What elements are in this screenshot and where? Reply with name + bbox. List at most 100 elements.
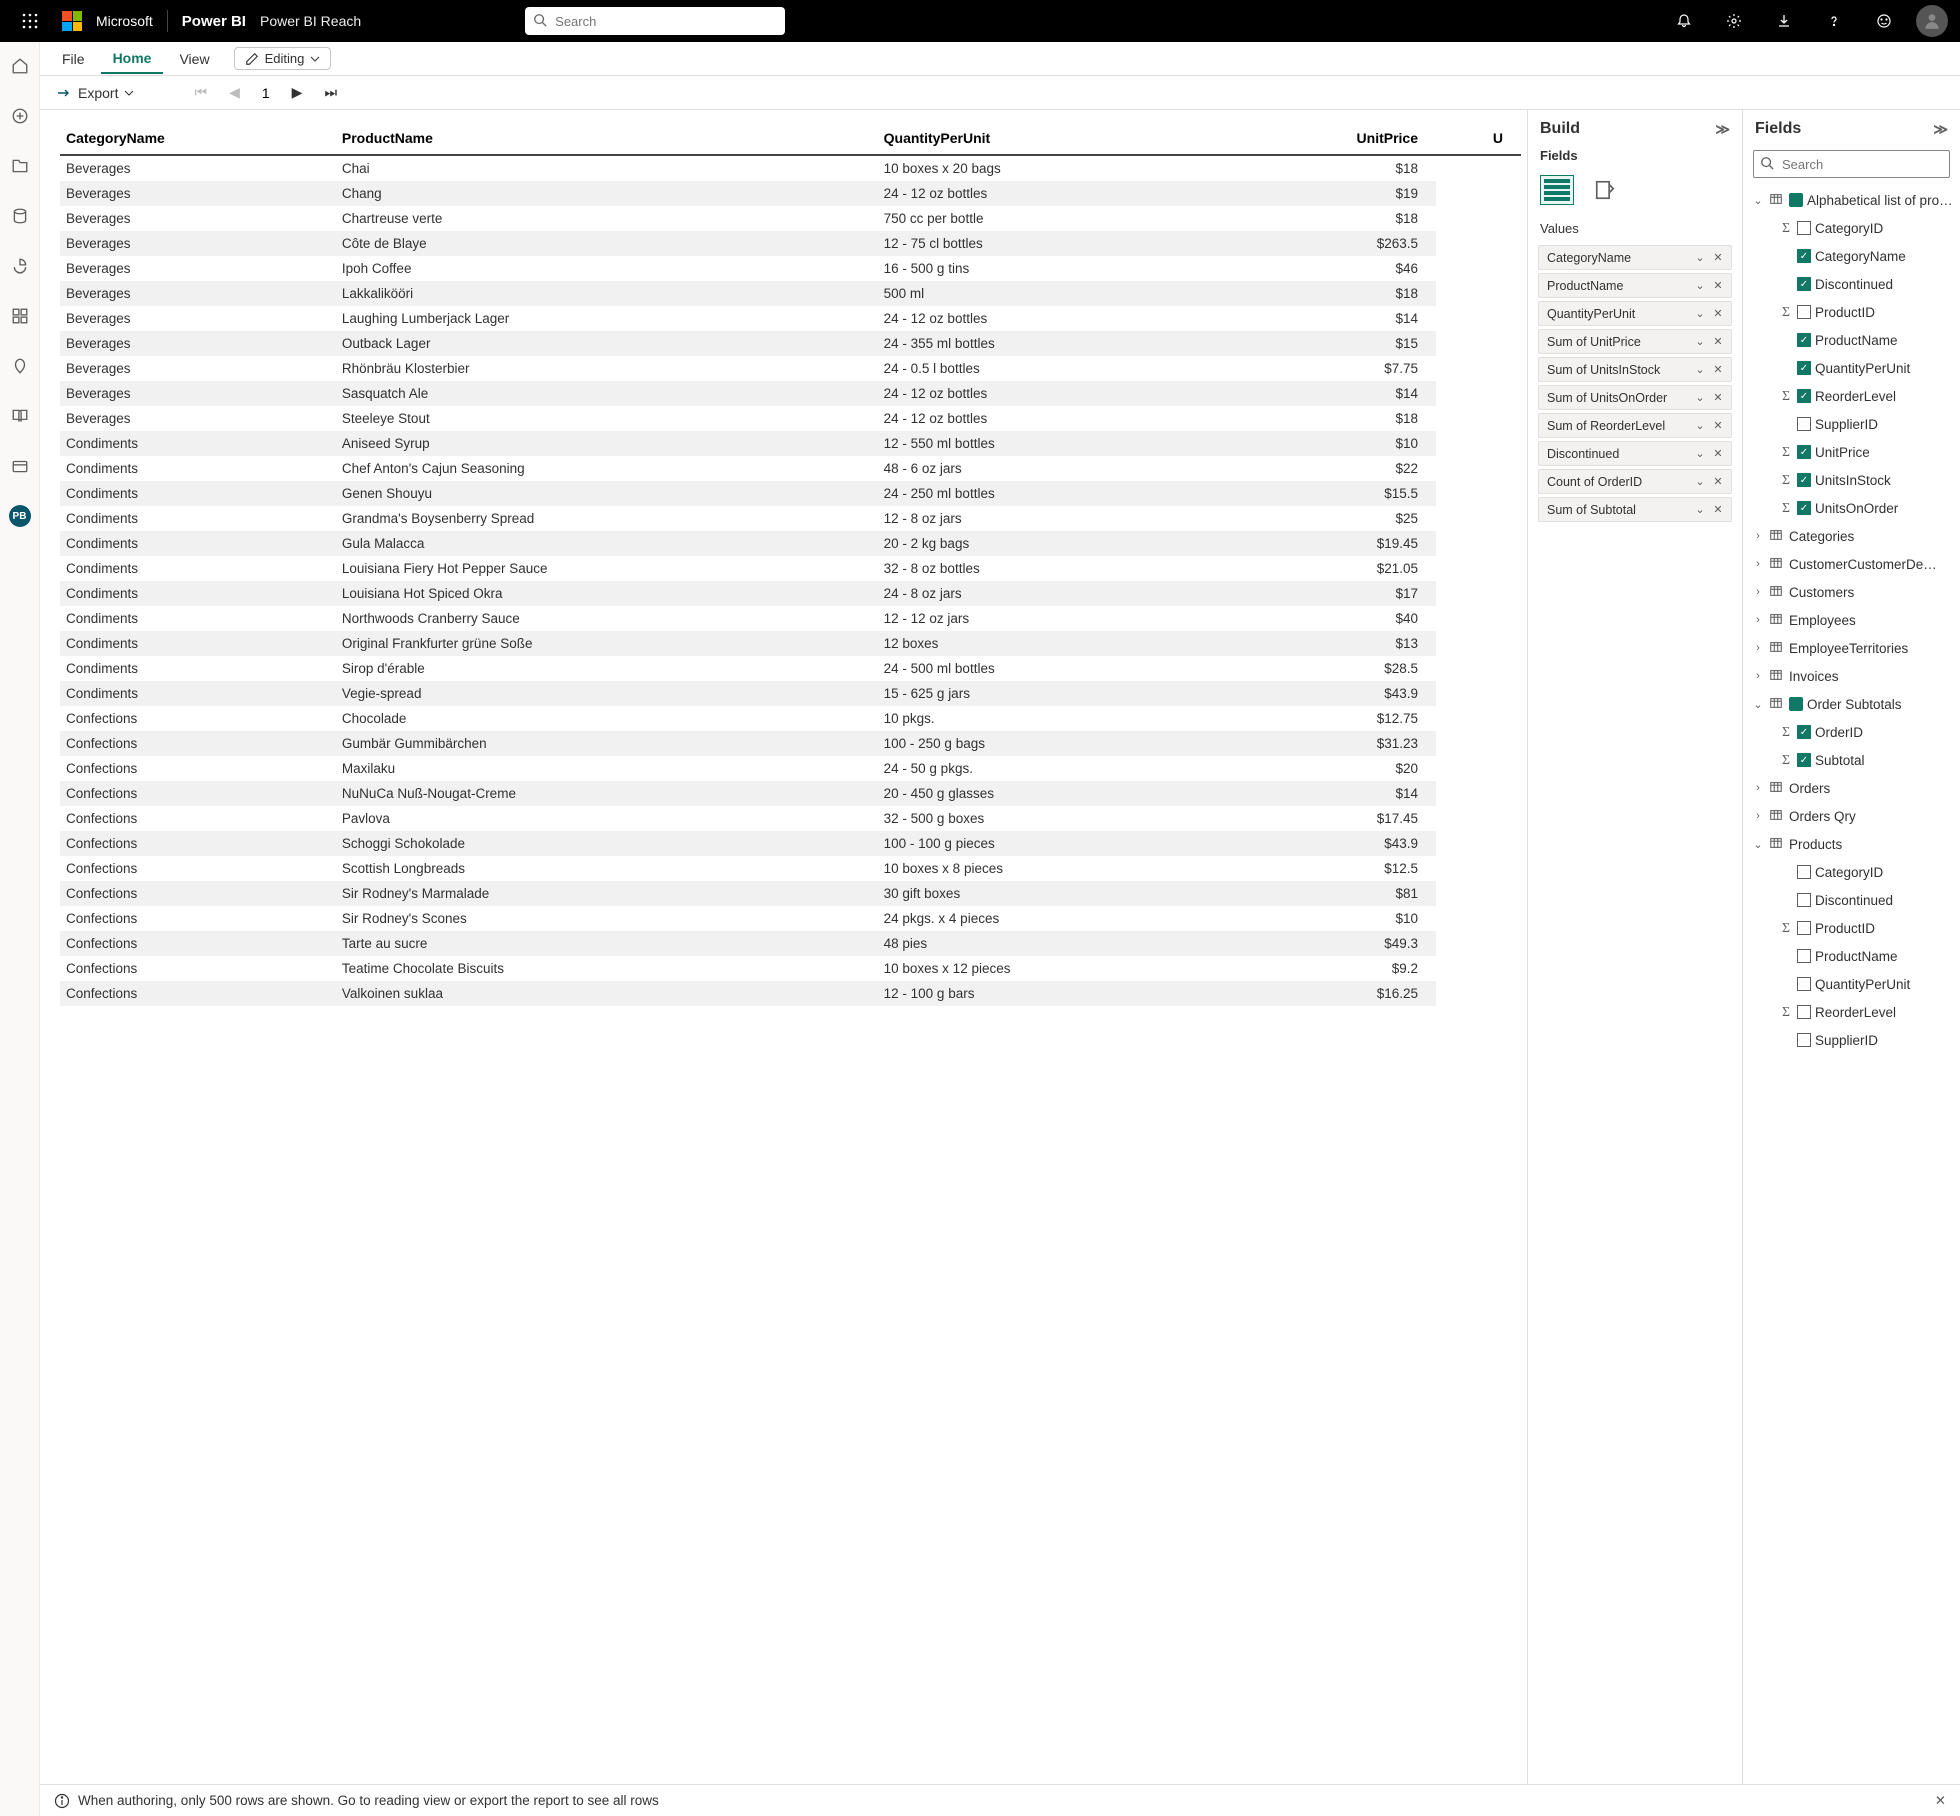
remove-field-icon[interactable]: ✕	[1709, 307, 1727, 320]
table-node[interactable]: ⌄Alphabetical list of pro…	[1743, 186, 1960, 214]
report-table-scroll[interactable]: CategoryNameProductNameQuantityPerUnitUn…	[60, 124, 1521, 1786]
workspace-name[interactable]: Power BI Reach	[260, 13, 361, 29]
expand-icon[interactable]: ⌄	[1751, 698, 1765, 711]
remove-field-icon[interactable]: ✕	[1709, 251, 1727, 264]
column-header[interactable]: CategoryName	[60, 124, 336, 155]
field-checkbox[interactable]	[1797, 893, 1811, 907]
nav-metrics-icon[interactable]	[4, 250, 36, 282]
chevron-down-icon[interactable]: ⌄	[1691, 251, 1709, 264]
table-row[interactable]: BeveragesSasquatch Ale24 - 12 oz bottles…	[60, 381, 1521, 406]
chevron-down-icon[interactable]: ⌄	[1691, 391, 1709, 404]
pager-next-icon[interactable]: ▶	[292, 84, 303, 101]
field-checkbox[interactable]: ✓	[1797, 389, 1811, 403]
table-row[interactable]: BeveragesChartreuse verte750 cc per bott…	[60, 206, 1521, 231]
table-node[interactable]: ›Employees	[1743, 606, 1960, 634]
value-field-pill[interactable]: Count of OrderID⌄✕	[1538, 469, 1732, 494]
field-node[interactable]: QuantityPerUnit	[1743, 970, 1960, 998]
table-row[interactable]: CondimentsSirop d'érable24 - 500 ml bott…	[60, 656, 1521, 681]
chevron-down-icon[interactable]: ⌄	[1691, 363, 1709, 376]
expand-icon[interactable]: ›	[1751, 810, 1765, 822]
table-node[interactable]: ›Customers	[1743, 578, 1960, 606]
nav-browse-icon[interactable]	[4, 150, 36, 182]
field-node[interactable]: ΣProductID	[1743, 298, 1960, 326]
chevron-down-icon[interactable]: ⌄	[1691, 447, 1709, 460]
download-icon[interactable]	[1766, 3, 1802, 39]
table-row[interactable]: CondimentsNorthwoods Cranberry Sauce12 -…	[60, 606, 1521, 631]
field-checkbox[interactable]	[1797, 1033, 1811, 1047]
table-row[interactable]: BeveragesSteeleye Stout24 - 12 oz bottle…	[60, 406, 1521, 431]
field-node[interactable]: ΣReorderLevel	[1743, 998, 1960, 1026]
fields-search-input[interactable]	[1753, 150, 1950, 178]
global-search[interactable]	[525, 7, 785, 35]
remove-field-icon[interactable]: ✕	[1709, 503, 1727, 516]
format-visual-icon[interactable]	[1588, 175, 1622, 205]
value-field-pill[interactable]: CategoryName⌄✕	[1538, 245, 1732, 270]
field-node[interactable]: ProductName	[1743, 942, 1960, 970]
table-row[interactable]: ConfectionsTarte au sucre48 pies$49.3	[60, 931, 1521, 956]
field-checkbox[interactable]	[1797, 221, 1811, 235]
table-node[interactable]: ›Categories	[1743, 522, 1960, 550]
table-row[interactable]: ConfectionsTeatime Chocolate Biscuits10 …	[60, 956, 1521, 981]
field-node[interactable]: CategoryID	[1743, 858, 1960, 886]
field-checkbox[interactable]: ✓	[1797, 753, 1811, 767]
field-node[interactable]: Σ✓OrderID	[1743, 718, 1960, 746]
remove-field-icon[interactable]: ✕	[1709, 279, 1727, 292]
value-field-pill[interactable]: QuantityPerUnit⌄✕	[1538, 301, 1732, 326]
value-field-pill[interactable]: Sum of Subtotal⌄✕	[1538, 497, 1732, 522]
expand-icon[interactable]: ⌄	[1751, 838, 1765, 851]
field-checkbox[interactable]: ✓	[1797, 277, 1811, 291]
chevron-down-icon[interactable]: ⌄	[1691, 419, 1709, 432]
value-field-pill[interactable]: Sum of ReorderLevel⌄✕	[1538, 413, 1732, 438]
nav-workspace-badge[interactable]: PB	[4, 500, 36, 532]
editing-mode-dropdown[interactable]: Editing	[234, 47, 332, 70]
table-row[interactable]: ConfectionsPavlova32 - 500 g boxes$17.45	[60, 806, 1521, 831]
field-node[interactable]: Σ✓UnitsInStock	[1743, 466, 1960, 494]
collapse-build-icon[interactable]: ≫	[1715, 121, 1730, 138]
expand-icon[interactable]: ›	[1751, 558, 1765, 570]
expand-icon[interactable]: ›	[1751, 642, 1765, 654]
field-checkbox[interactable]	[1797, 949, 1811, 963]
column-header[interactable]: U	[1436, 124, 1521, 155]
table-node[interactable]: ›CustomerCustomerDe…	[1743, 550, 1960, 578]
field-node[interactable]: ✓CategoryName	[1743, 242, 1960, 270]
global-search-input[interactable]	[525, 7, 785, 35]
nav-home-icon[interactable]	[4, 50, 36, 82]
table-row[interactable]: CondimentsLouisiana Hot Spiced Okra24 - …	[60, 581, 1521, 606]
table-row[interactable]: CondimentsVegie-spread15 - 625 g jars$43…	[60, 681, 1521, 706]
nav-data-hub-icon[interactable]	[4, 200, 36, 232]
field-checkbox[interactable]: ✓	[1797, 725, 1811, 739]
chevron-down-icon[interactable]: ⌄	[1691, 335, 1709, 348]
table-row[interactable]: CondimentsGula Malacca20 - 2 kg bags$19.…	[60, 531, 1521, 556]
column-header[interactable]: UnitPrice	[1223, 124, 1436, 155]
table-row[interactable]: BeveragesRhönbräu Klosterbier24 - 0.5 l …	[60, 356, 1521, 381]
table-node[interactable]: ›Invoices	[1743, 662, 1960, 690]
value-field-pill[interactable]: Discontinued⌄✕	[1538, 441, 1732, 466]
field-node[interactable]: SupplierID	[1743, 410, 1960, 438]
field-node[interactable]: ✓QuantityPerUnit	[1743, 354, 1960, 382]
feedback-icon[interactable]	[1866, 3, 1902, 39]
pager-prev-icon[interactable]: ◀	[229, 84, 240, 101]
expand-icon[interactable]: ⌄	[1751, 194, 1765, 207]
table-row[interactable]: BeveragesLakkalikööri500 ml$18	[60, 281, 1521, 306]
expand-icon[interactable]: ›	[1751, 614, 1765, 626]
field-checkbox[interactable]: ✓	[1797, 333, 1811, 347]
table-row[interactable]: CondimentsChef Anton's Cajun Seasoning48…	[60, 456, 1521, 481]
remove-field-icon[interactable]: ✕	[1709, 363, 1727, 376]
tab-home[interactable]: Home	[101, 44, 164, 74]
tab-file[interactable]: File	[50, 45, 97, 73]
field-checkbox[interactable]: ✓	[1797, 473, 1811, 487]
table-row[interactable]: ConfectionsValkoinen suklaa12 - 100 g ba…	[60, 981, 1521, 1006]
field-node[interactable]: ΣCategoryID	[1743, 214, 1960, 242]
value-field-pill[interactable]: Sum of UnitsOnOrder⌄✕	[1538, 385, 1732, 410]
close-notice-icon[interactable]: ✕	[1935, 1793, 1946, 1809]
collapse-fields-icon[interactable]: ≫	[1933, 121, 1948, 138]
table-row[interactable]: CondimentsLouisiana Fiery Hot Pepper Sau…	[60, 556, 1521, 581]
table-node[interactable]: ›Orders	[1743, 774, 1960, 802]
table-node[interactable]: ⌄Products	[1743, 830, 1960, 858]
pager-last-icon[interactable]: ⏭	[324, 84, 337, 101]
column-header[interactable]: QuantityPerUnit	[878, 124, 1224, 155]
table-node[interactable]: ›Orders Qry	[1743, 802, 1960, 830]
value-field-pill[interactable]: ProductName⌄✕	[1538, 273, 1732, 298]
field-checkbox[interactable]	[1797, 865, 1811, 879]
table-row[interactable]: BeveragesOutback Lager24 - 355 ml bottle…	[60, 331, 1521, 356]
